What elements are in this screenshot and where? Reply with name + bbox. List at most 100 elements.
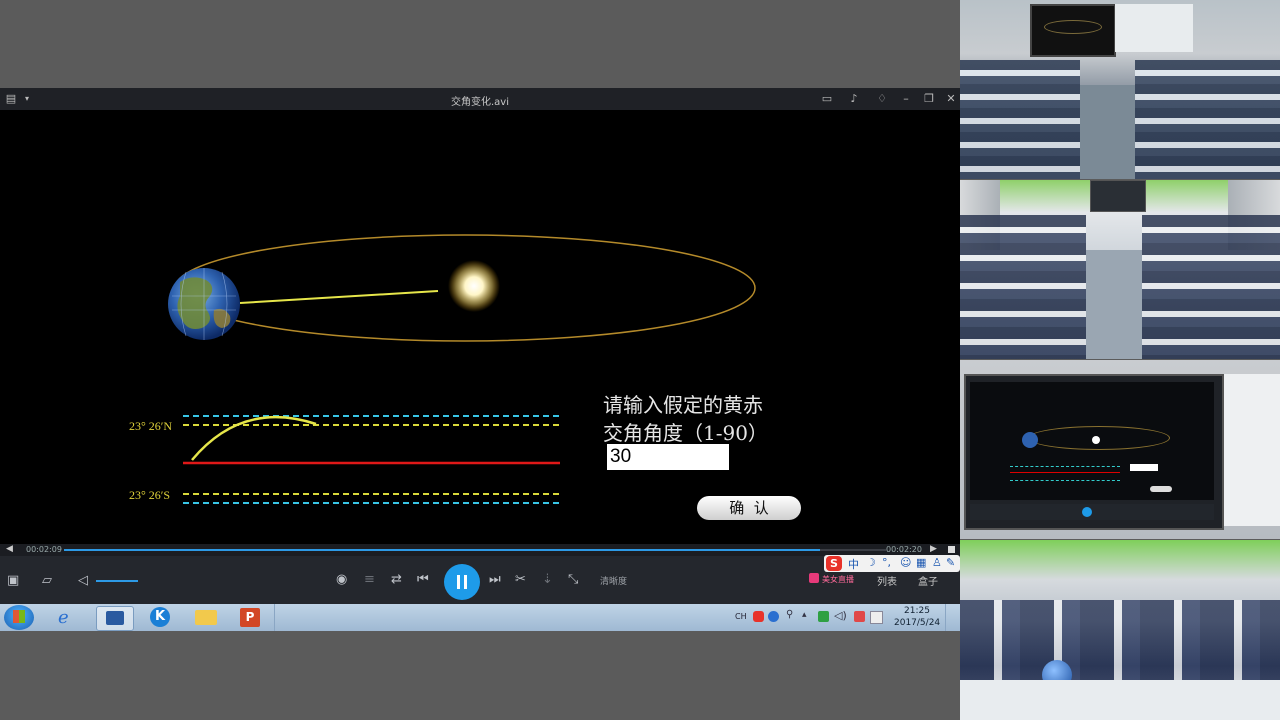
sogou-logo-icon: S [826,556,842,571]
south-tropic-label: 23° 26′S [129,488,170,502]
clock-date[interactable]: 2017/5/24 [894,618,940,628]
seek-bar[interactable]: ◀ 00:02:09 00:02:20 ▶ [0,544,960,556]
angle-input[interactable]: 30 [607,444,729,470]
aisle [1086,250,1142,359]
speaker-tray-icon[interactable]: ◁) [834,609,847,622]
angle-prompt-line1: 请输入假定的黄赤 [603,393,763,417]
seek-progress [64,549,821,551]
earth-globe-icon [168,268,240,340]
help-tray-icon[interactable] [768,611,779,622]
smartboard-frame [964,374,1224,530]
ecliptic-animation: 23° 26′N 23° 26′S 请输入假定的黄赤 交角角度（1-90） [129,234,768,504]
chat-icon[interactable]: ▭ [820,92,834,106]
punctuation-icon[interactable]: °, [882,556,891,569]
restore-icon[interactable]: ❐ [922,92,936,106]
next-icon[interactable]: ⏭ [489,572,501,588]
volume-icon[interactable]: ◁ [78,573,88,589]
taskbar-powerpoint-button[interactable]: P [232,606,268,629]
stop-icon[interactable] [948,546,955,553]
whiteboard [1115,4,1193,52]
volume-slider[interactable] [96,580,138,582]
video-canvas[interactable]: 23° 26′N 23° 26′S 请输入假定的黄赤 交角角度（1-90） 30… [0,110,960,544]
quality-label[interactable]: 清晰度 [600,574,627,587]
sun-icon [1092,436,1100,444]
students-front-row [960,600,1280,680]
ime-toolbar[interactable]: S 中 ☽ °, ☺ ▦ ♙ ✎ [824,555,960,572]
emoji-icon[interactable]: ☺ [900,556,911,569]
close-icon[interactable]: ✕ [944,92,958,106]
sun-icon [448,260,500,312]
network-tray-icon[interactable]: ⚲ [786,609,793,620]
taskbar-ie-button[interactable]: e [50,606,86,629]
k-app-icon: K [150,607,170,627]
taskbar-media-player-button[interactable] [96,606,134,631]
classroom-camera-rear [960,0,1280,179]
live-link[interactable]: 美女直播 [822,574,854,585]
open-folder-icon[interactable]: ▱ [42,573,52,589]
tray-arrow-icon[interactable]: ▴ [802,610,807,620]
seek-track[interactable] [64,549,886,551]
window-title: 交角变化.avi [450,97,509,108]
ime-mode[interactable]: 中 [848,556,859,572]
eye-icon[interactable]: ◉ [336,572,347,588]
ie-icon: e [58,607,69,628]
sun-ray-line [239,290,439,304]
forward-icon[interactable]: ▶ [930,544,937,554]
settings-sliders-icon[interactable]: ⇄ [391,572,402,588]
time-elapsed: 00:02:09 [26,545,62,554]
time-total: 00:02:20 [886,545,922,554]
media-player-icon [106,611,124,625]
whiteboard-side [1224,374,1280,526]
live-icon[interactable] [809,573,819,583]
player-controls: ▣ ▱ ◁ ◉ ≡ ⇄ ⏮ ⏭ ✂ ⇣ ⤡ 清晰度 美女直播 列表 盒子 [0,556,960,604]
skin-icon[interactable]: ♢ [875,92,889,106]
rewind-icon[interactable]: ◀ [6,544,13,554]
desk-surface [960,680,1280,720]
scissors-icon[interactable]: ✂ [515,572,526,588]
earth-icon [1022,432,1038,448]
fullscreen-icon[interactable]: ⤡ [568,572,578,588]
students-right-group [1135,60,1280,179]
smartboard-camera [960,360,1280,539]
keyboard-icon[interactable]: ▦ [916,556,926,569]
danmaku-icon[interactable]: ≡ [364,572,375,588]
pause-icon [457,575,460,589]
player-titlebar: ▤ ▾ 交角变化.avi ▭ ♪ ♢ – ❐ ✕ [0,88,960,110]
tools-icon[interactable]: ✎ [946,556,955,569]
minimize-icon[interactable]: – [899,92,913,106]
aisle [1080,85,1135,179]
classroom-camera-front [960,180,1280,359]
taskbar-explorer-button[interactable] [188,606,224,629]
flag-tray-icon[interactable] [854,611,865,622]
students-right-group [1142,215,1280,359]
display-tray-icon[interactable] [870,611,883,624]
moon-icon[interactable]: ☽ [866,556,876,569]
confirm-button[interactable]: 确 认 [697,496,801,520]
clock-time[interactable]: 21:25 [904,606,930,616]
toolbox-icon[interactable]: ▣ [7,573,19,589]
box-button[interactable]: 盒子 [918,573,938,588]
powerpoint-icon: P [240,608,260,627]
classroom-screen [1030,4,1116,57]
skin-shirt-icon[interactable]: ♙ [932,556,942,569]
video-player-window: ▤ ▾ 交角变化.avi ▭ ♪ ♢ – ❐ ✕ 23° 26′N 23° 26… [0,88,960,604]
direct-sunlight-path [191,415,317,461]
north-tropic-label: 23° 26′N [129,419,172,433]
start-button[interactable] [4,605,34,630]
smartboard-video [970,382,1214,500]
angle-prompt-line2: 交角角度（1-90） [603,421,768,445]
sogou-tray-icon[interactable] [753,611,764,622]
bell-icon[interactable]: ♪ [847,92,861,106]
windows-logo-icon [13,610,25,623]
playlist-button[interactable]: 列表 [877,573,897,588]
show-desktop-button[interactable] [945,604,961,631]
previous-icon[interactable]: ⏮ [417,572,429,588]
taskbar-k-app-button[interactable]: K [142,606,178,629]
language-indicator[interactable]: CH [735,612,747,621]
windows-taskbar: e K P CH ⚲ ▴ ◁) 21:25 2017/5/24 [0,604,960,631]
rear-display [1090,180,1146,212]
security-tray-icon[interactable] [818,611,829,622]
pause-button[interactable] [444,564,480,600]
students-left-group [960,215,1086,359]
download-icon[interactable]: ⇣ [542,572,553,588]
